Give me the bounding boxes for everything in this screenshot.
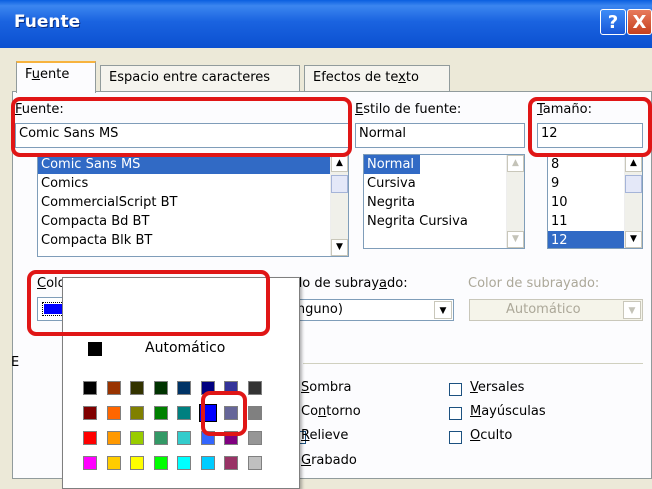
color-swatch[interactable] (83, 381, 97, 395)
tab-espacio-label: Espacio entre caracteres (109, 70, 271, 85)
effect-grabado[interactable]: Grabado (301, 453, 357, 468)
list-item[interactable]: Cursiva (364, 174, 524, 193)
tab-fuente[interactable]: Fuente (16, 61, 96, 93)
auto-color-swatch[interactable] (88, 342, 102, 356)
color-swatch[interactable] (177, 431, 191, 445)
effect-contorno[interactable]: Contorno (301, 404, 361, 419)
scroll-up-arrow-icon[interactable]: ▲ (331, 155, 348, 172)
color-swatch[interactable] (247, 431, 262, 445)
list-item[interactable]: Compacta Bd BT (38, 212, 348, 231)
color-swatch[interactable] (224, 406, 238, 420)
dropdown-arrow-icon[interactable]: ▼ (434, 301, 452, 319)
list-item[interactable]: CommercialScript BT (38, 193, 348, 212)
checkbox-versales[interactable] (449, 383, 462, 396)
color-swatch[interactable] (247, 381, 262, 395)
effects-separator (303, 363, 643, 364)
checkbox-oculto[interactable] (449, 431, 462, 444)
font-list-scrollbar[interactable]: ▲ ▼ (330, 155, 348, 256)
color-swatch[interactable] (224, 456, 238, 470)
color-swatch[interactable] (224, 381, 238, 395)
tab-fuente-label: Fuente (25, 67, 70, 82)
scroll-thumb[interactable] (331, 175, 348, 193)
tab-efectos[interactable]: Efectos de texto (304, 65, 450, 91)
color-swatch[interactable] (177, 456, 191, 470)
scroll-up-arrow-icon[interactable]: ▲ (507, 155, 524, 172)
close-button[interactable]: X (627, 9, 652, 35)
effect-oculto[interactable]: Oculto (470, 428, 512, 443)
effect-mayusculas[interactable]: Mayúsculas (470, 404, 546, 419)
font-label: Fuente: (15, 102, 64, 117)
scroll-down-arrow-icon[interactable]: ▼ (507, 231, 524, 248)
effects-label: E (11, 355, 20, 370)
tab-espacio[interactable]: Espacio entre caracteres (100, 65, 300, 91)
list-item[interactable]: Compacta Blk BT (38, 231, 348, 250)
style-list[interactable]: Normal Cursiva Negrita Negrita Cursiva ▲… (363, 154, 525, 249)
scroll-down-arrow-icon[interactable]: ▼ (331, 239, 348, 256)
color-swatch[interactable] (130, 381, 144, 395)
title-bar: Fuente ? X (0, 0, 652, 48)
color-swatch[interactable] (106, 431, 121, 445)
color-swatch[interactable] (200, 456, 215, 470)
underline-color-label: Color de subrayado: (468, 276, 600, 291)
list-item[interactable]: Negrita (364, 193, 524, 212)
color-swatch[interactable] (153, 381, 168, 395)
color-swatch[interactable] (106, 381, 121, 395)
color-swatch[interactable] (130, 406, 144, 420)
color-swatch[interactable] (247, 456, 262, 470)
font-list[interactable]: Comic Sans MS Comics CommercialScript BT… (37, 154, 349, 257)
color-swatch[interactable] (153, 431, 168, 445)
color-swatch[interactable] (247, 406, 262, 420)
underline-color-value: Automático (506, 302, 581, 317)
color-palette-popup: Automático (62, 277, 300, 489)
scroll-up-arrow-icon[interactable]: ▲ (625, 155, 642, 172)
list-item[interactable]: Comic Sans MS (38, 155, 348, 174)
color-swatch[interactable] (130, 431, 144, 445)
color-swatch[interactable] (83, 456, 97, 470)
checkbox-mayusculas[interactable] (449, 407, 462, 420)
help-button[interactable]: ? (600, 9, 626, 35)
color-swatch[interactable] (106, 406, 121, 420)
color-swatch[interactable] (153, 406, 168, 420)
color-swatch[interactable] (106, 456, 121, 470)
effect-sombra[interactable]: Sombra (301, 380, 351, 395)
style-list-scrollbar[interactable]: ▲ ▼ (506, 155, 524, 248)
color-swatch[interactable] (83, 406, 97, 420)
scroll-down-arrow-icon[interactable]: ▼ (625, 231, 642, 248)
window-title: Fuente (14, 12, 81, 32)
color-swatch[interactable] (83, 431, 97, 445)
size-list-scrollbar[interactable]: ▲ ▼ (624, 155, 642, 248)
auto-color-option[interactable]: Automático (145, 340, 225, 356)
effect-versales[interactable]: Versales (470, 380, 524, 395)
list-item[interactable]: Negrita Cursiva (364, 212, 524, 231)
color-swatch[interactable] (153, 456, 168, 470)
font-dialog: Fuente ? X Fuente Espacio entre caracter… (0, 0, 652, 489)
color-swatch[interactable] (200, 381, 215, 395)
font-input[interactable]: Comic Sans MS (15, 123, 349, 148)
dropdown-arrow-icon: ▼ (623, 301, 641, 319)
tab-efectos-label: Efectos de texto (313, 70, 419, 85)
color-swatch[interactable] (130, 456, 144, 470)
color-swatch[interactable] (224, 431, 238, 445)
list-item[interactable]: Normal (364, 155, 421, 174)
size-input-value: 12 (541, 126, 558, 141)
color-swatch[interactable] (177, 381, 191, 395)
underline-style-select[interactable]: (ninguno) ▼ (276, 299, 454, 321)
list-item[interactable]: Comics (38, 174, 348, 193)
underline-color-select: Automático ▼ (469, 299, 643, 321)
style-input[interactable]: Normal (355, 123, 525, 148)
scroll-thumb[interactable] (625, 175, 642, 193)
effect-relieve[interactable]: Relieve (301, 428, 348, 443)
size-list[interactable]: 8 9 10 11 12 ▲ ▼ (547, 154, 643, 249)
style-input-value: Normal (359, 126, 407, 141)
style-label: Estilo de fuente: (355, 102, 462, 117)
color-swatch[interactable] (177, 406, 191, 420)
size-input[interactable]: 12 (537, 123, 643, 148)
size-label: Tamaño: (537, 102, 592, 117)
font-input-value: Comic Sans MS (19, 126, 119, 141)
color-swatch[interactable] (200, 431, 215, 445)
color-swatch[interactable] (197, 403, 218, 423)
